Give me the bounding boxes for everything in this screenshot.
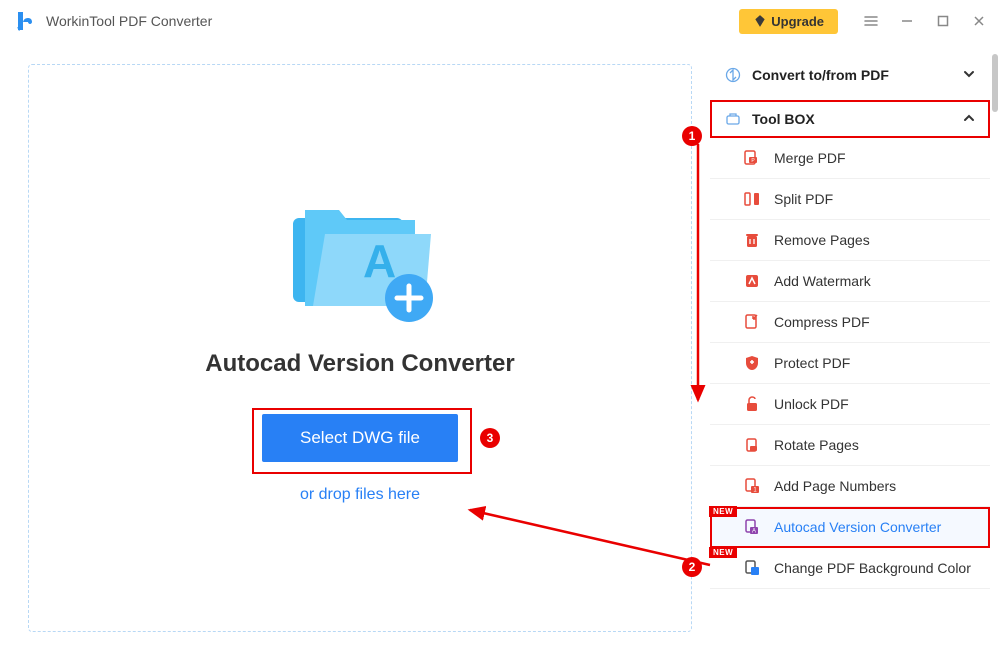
- tool-label: Merge PDF: [774, 150, 846, 166]
- compress-icon: [742, 312, 762, 332]
- page-number-icon: 1: [742, 476, 762, 496]
- tool-protect-pdf[interactable]: Protect PDF: [710, 343, 990, 384]
- main-pane: A Autocad Version Converter Select DWG f…: [0, 42, 710, 650]
- folder-illustration: A: [275, 192, 445, 332]
- tool-label: Add Watermark: [774, 273, 871, 289]
- tool-label: Change PDF Background Color: [774, 560, 971, 576]
- tool-remove-pages[interactable]: Remove Pages: [710, 220, 990, 261]
- hamburger-icon[interactable]: [862, 12, 880, 30]
- close-button[interactable]: [970, 12, 988, 30]
- panel-list: Convert to/from PDF Tool BOX P Merge PDF: [710, 56, 1000, 589]
- upgrade-label: Upgrade: [771, 14, 824, 29]
- drop-zone[interactable]: A Autocad Version Converter Select DWG f…: [28, 64, 692, 632]
- tool-unlock-pdf[interactable]: Unlock PDF: [710, 384, 990, 425]
- tool-label: Protect PDF: [774, 355, 850, 371]
- convert-icon: [724, 66, 742, 84]
- unlock-icon: [742, 394, 762, 414]
- tool-label: Rotate Pages: [774, 437, 859, 453]
- new-badge: NEW: [709, 547, 737, 558]
- scrollbar[interactable]: [992, 54, 998, 112]
- shield-icon: [742, 353, 762, 373]
- maximize-button[interactable]: [934, 12, 952, 30]
- tool-compress-pdf[interactable]: Compress PDF: [710, 302, 990, 343]
- annotation-badge-1: 1: [682, 126, 702, 146]
- tool-merge-pdf[interactable]: P Merge PDF: [710, 138, 990, 179]
- select-file-row: Select DWG file 3: [262, 414, 458, 462]
- tool-rotate-pages[interactable]: Rotate Pages: [710, 425, 990, 466]
- page-title: Autocad Version Converter: [205, 350, 514, 378]
- titlebar: WorkinTool PDF Converter Upgrade: [0, 0, 1000, 42]
- app-title: WorkinTool PDF Converter: [46, 13, 212, 29]
- tool-label: Remove Pages: [774, 232, 870, 248]
- sidebar: Convert to/from PDF Tool BOX P Merge PDF: [710, 42, 1000, 650]
- bg-color-icon: [742, 558, 762, 578]
- upgrade-button[interactable]: Upgrade: [739, 9, 838, 34]
- trash-icon: [742, 230, 762, 250]
- split-icon: [742, 189, 762, 209]
- tool-autocad-converter[interactable]: NEW A Autocad Version Converter: [710, 507, 990, 548]
- select-file-button[interactable]: Select DWG file: [262, 414, 458, 462]
- toolbox-icon: [724, 110, 742, 128]
- svg-text:A: A: [752, 529, 756, 535]
- watermark-icon: [742, 271, 762, 291]
- tool-change-bg-color[interactable]: NEW Change PDF Background Color: [710, 548, 990, 589]
- tool-label: Unlock PDF: [774, 396, 849, 412]
- app-logo: [12, 8, 38, 34]
- rotate-icon: [742, 435, 762, 455]
- chevron-down-icon: [962, 67, 976, 84]
- minimize-button[interactable]: [898, 12, 916, 30]
- section-convert-label: Convert to/from PDF: [752, 67, 889, 83]
- tool-label: Add Page Numbers: [774, 478, 896, 494]
- tool-add-watermark[interactable]: Add Watermark: [710, 261, 990, 302]
- diamond-icon: [753, 14, 767, 28]
- tool-label: Autocad Version Converter: [774, 519, 941, 535]
- annotation-badge-3: 3: [480, 428, 500, 448]
- tool-label: Split PDF: [774, 191, 833, 207]
- chevron-up-icon: [962, 111, 976, 128]
- tool-label: Compress PDF: [774, 314, 870, 330]
- body-area: A Autocad Version Converter Select DWG f…: [0, 42, 1000, 650]
- svg-text:A: A: [363, 235, 396, 287]
- annotation-badge-2: 2: [682, 557, 702, 577]
- drop-hint: or drop files here: [300, 486, 420, 504]
- tool-split-pdf[interactable]: Split PDF: [710, 179, 990, 220]
- section-toolbox-label: Tool BOX: [752, 111, 815, 127]
- window-controls: [862, 12, 988, 30]
- section-toolbox[interactable]: Tool BOX: [710, 100, 990, 138]
- new-badge: NEW: [709, 506, 737, 517]
- merge-icon: P: [742, 148, 762, 168]
- section-convert[interactable]: Convert to/from PDF: [710, 56, 990, 94]
- tool-add-page-numbers[interactable]: 1 Add Page Numbers: [710, 466, 990, 507]
- autocad-icon: A: [742, 517, 762, 537]
